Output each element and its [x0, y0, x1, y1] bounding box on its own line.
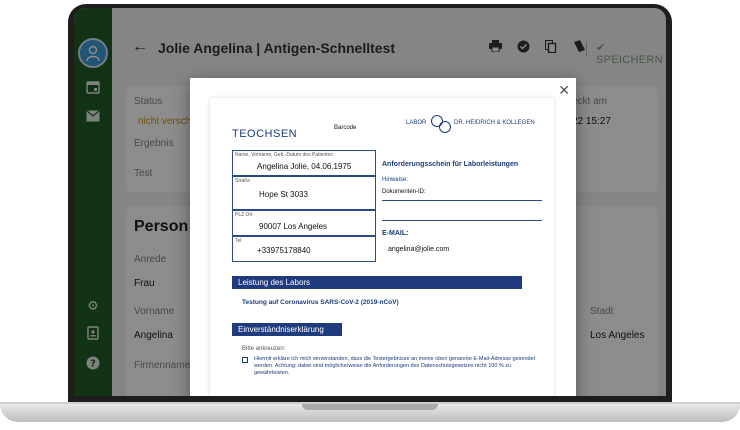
doc-brand: TEOCHSEN: [232, 128, 298, 140]
email-label: E-MAIL:: [382, 230, 409, 237]
name-box: Name, Vorname, Geb.-Datum des Patienten …: [232, 150, 376, 176]
consent-bar: Einverständniserklärung: [232, 323, 342, 336]
street-label: Straße: [235, 178, 251, 184]
lab-prefix: LABOR: [406, 120, 427, 126]
service-bar: Leistung des Labors: [232, 276, 522, 289]
name-field-label: Name, Vorname, Geb.-Datum des Patienten: [235, 152, 334, 158]
doc-id-label: Dokumenten-ID:: [382, 189, 426, 195]
tel-value: +33975178840: [257, 246, 311, 255]
lab-name: DR. HEIDRICH & KOLLEGEN: [454, 120, 535, 126]
consent-hint: Bitte ankreuzen:: [242, 346, 286, 352]
street-value: Hope St 3033: [259, 190, 308, 199]
hint-label: Hinweise:: [382, 177, 409, 183]
zip-box: PLZ Ort 90007 Los Angeles: [232, 210, 376, 236]
zip-label: PLZ Ort: [235, 212, 253, 218]
tel-label: Tel: [235, 238, 242, 244]
street-box: Straße Hope St 3033: [232, 176, 376, 210]
app-screen: ⚙ ? ← Jolie Angelina | Antigen-Schnellte…: [74, 8, 666, 396]
tel-box: Tel +33975178840: [232, 236, 376, 262]
close-icon[interactable]: ✕: [558, 82, 570, 99]
document-preview-modal: ✕ TEOCHSEN Barcode LABOR DR. HEIDRICH & …: [190, 78, 576, 396]
zip-value: 90007 Los Angeles: [259, 222, 328, 231]
lab-request-document: TEOCHSEN Barcode LABOR DR. HEIDRICH & KO…: [210, 98, 554, 396]
email-value: angelina@jolie.com: [388, 246, 450, 253]
hint-line: [382, 220, 542, 221]
service-text: Testung auf Coronavirus SARS-CoV-2 (2019…: [242, 299, 399, 306]
name-field-value: Angelina Jolie, 04.06.1975: [257, 162, 352, 171]
doc-id-line: [382, 200, 542, 201]
consent-text: Hiermit erkläre ich mich einverstanden, …: [254, 356, 536, 376]
lab-logo-icon: [431, 115, 451, 133]
laptop-notch: [302, 404, 438, 410]
request-title: Anforderungsschein für Laborleistungen: [382, 161, 519, 168]
barcode-label: Barcode: [334, 125, 357, 131]
consent-checkbox[interactable]: [242, 357, 248, 363]
